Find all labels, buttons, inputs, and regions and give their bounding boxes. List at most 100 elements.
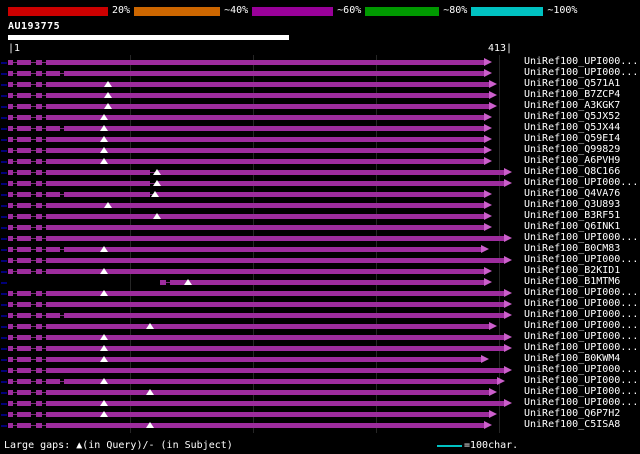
alignment-block[interactable] bbox=[36, 225, 42, 230]
hit-label[interactable]: UniRef100_B2KID1 bbox=[524, 265, 620, 276]
alignment-block[interactable] bbox=[46, 181, 150, 186]
hit-label[interactable]: UniRef100_Q4VA76 bbox=[524, 188, 620, 199]
hit-label[interactable]: UniRef100_UPI000... bbox=[524, 397, 638, 408]
alignment-block[interactable] bbox=[46, 137, 484, 142]
alignment-block[interactable] bbox=[46, 357, 481, 362]
alignment-block[interactable] bbox=[17, 390, 31, 395]
alignment-block[interactable] bbox=[46, 93, 489, 98]
hit-label[interactable]: UniRef100_UPI000... bbox=[524, 287, 638, 298]
alignment-block[interactable] bbox=[36, 203, 42, 208]
alignment-block[interactable] bbox=[36, 269, 42, 274]
hit-label[interactable]: UniRef100_Q59EI4 bbox=[524, 133, 620, 144]
alignment-block[interactable] bbox=[46, 335, 504, 340]
alignment-block[interactable] bbox=[8, 390, 13, 395]
alignment-block[interactable] bbox=[36, 170, 42, 175]
alignment-block[interactable] bbox=[8, 225, 13, 230]
alignment-block[interactable] bbox=[46, 412, 489, 417]
alignment-block[interactable] bbox=[17, 324, 31, 329]
alignment-block[interactable] bbox=[17, 214, 31, 219]
hit-label[interactable]: UniRef100_Q3U893 bbox=[524, 199, 620, 210]
alignment-block[interactable] bbox=[36, 214, 42, 219]
hit-label[interactable]: UniRef100_UPI000... bbox=[524, 364, 638, 375]
alignment-block[interactable] bbox=[160, 280, 166, 285]
alignment-block[interactable] bbox=[17, 159, 31, 164]
alignment-block[interactable] bbox=[36, 247, 42, 252]
alignment-block[interactable] bbox=[36, 346, 42, 351]
alignment-block[interactable] bbox=[17, 335, 31, 340]
alignment-block[interactable] bbox=[46, 302, 504, 307]
alignment-block[interactable] bbox=[17, 258, 31, 263]
hit-label[interactable]: UniRef100_C5ISA8 bbox=[524, 419, 620, 430]
alignment-block[interactable] bbox=[17, 148, 31, 153]
alignment-block[interactable] bbox=[17, 170, 31, 175]
hit-label[interactable]: UniRef100_Q6INK1 bbox=[524, 221, 620, 232]
hit-label[interactable]: UniRef100_A3KGK7 bbox=[524, 100, 620, 111]
alignment-block[interactable] bbox=[46, 291, 504, 296]
alignment-block[interactable] bbox=[46, 214, 484, 219]
alignment-block[interactable] bbox=[8, 412, 13, 417]
alignment-block[interactable] bbox=[46, 247, 60, 252]
alignment-block[interactable] bbox=[17, 236, 31, 241]
alignment-block[interactable] bbox=[158, 170, 504, 175]
alignment-block[interactable] bbox=[8, 126, 13, 131]
hit-label[interactable]: UniRef100_B1MTM6 bbox=[524, 276, 620, 287]
alignment-block[interactable] bbox=[8, 258, 13, 263]
alignment-block[interactable] bbox=[46, 225, 484, 230]
alignment-block[interactable] bbox=[36, 148, 42, 153]
alignment-block[interactable] bbox=[36, 401, 42, 406]
alignment-block[interactable] bbox=[8, 214, 13, 219]
alignment-block[interactable] bbox=[46, 82, 489, 87]
alignment-block[interactable] bbox=[46, 269, 484, 274]
alignment-block[interactable] bbox=[36, 236, 42, 241]
alignment-block[interactable] bbox=[8, 159, 13, 164]
hit-label[interactable]: UniRef100_UPI000... bbox=[524, 375, 638, 386]
alignment-block[interactable] bbox=[8, 324, 13, 329]
alignment-block[interactable] bbox=[17, 269, 31, 274]
hit-label[interactable]: UniRef100_Q5JX44 bbox=[524, 122, 620, 133]
alignment-block[interactable] bbox=[36, 71, 42, 76]
alignment-block[interactable] bbox=[8, 335, 13, 340]
alignment-block[interactable] bbox=[17, 302, 31, 307]
alignment-block[interactable] bbox=[46, 236, 504, 241]
alignment-block[interactable] bbox=[8, 269, 13, 274]
alignment-block[interactable] bbox=[8, 115, 13, 120]
alignment-block[interactable] bbox=[46, 258, 504, 263]
alignment-block[interactable] bbox=[36, 82, 42, 87]
alignment-block[interactable] bbox=[17, 137, 31, 142]
hit-label[interactable]: UniRef100_B0CM83 bbox=[524, 243, 620, 254]
alignment-block[interactable] bbox=[8, 247, 13, 252]
alignment-block[interactable] bbox=[46, 115, 484, 120]
alignment-block[interactable] bbox=[36, 302, 42, 307]
alignment-block[interactable] bbox=[36, 93, 42, 98]
alignment-block[interactable] bbox=[17, 379, 31, 384]
hit-label[interactable]: UniRef100_Q8C166 bbox=[524, 166, 620, 177]
alignment-block[interactable] bbox=[46, 324, 489, 329]
hit-label[interactable]: UniRef100_B0KWM4 bbox=[524, 353, 620, 364]
alignment-block[interactable] bbox=[8, 313, 13, 318]
alignment-block[interactable] bbox=[46, 423, 484, 428]
alignment-block[interactable] bbox=[8, 71, 13, 76]
hit-label[interactable]: UniRef100_B7ZCP4 bbox=[524, 89, 620, 100]
alignment-block[interactable] bbox=[64, 313, 504, 318]
alignment-block[interactable] bbox=[170, 280, 484, 285]
alignment-block[interactable] bbox=[36, 258, 42, 263]
hit-label[interactable]: UniRef100_UPI000... bbox=[524, 177, 638, 188]
alignment-block[interactable] bbox=[46, 401, 504, 406]
alignment-block[interactable] bbox=[64, 247, 481, 252]
alignment-block[interactable] bbox=[46, 148, 484, 153]
alignment-block[interactable] bbox=[17, 60, 31, 65]
hit-label[interactable]: UniRef100_Q99829 bbox=[524, 144, 620, 155]
hit-label[interactable]: UniRef100_UPI000... bbox=[524, 67, 638, 78]
alignment-block[interactable] bbox=[36, 390, 42, 395]
alignment-block[interactable] bbox=[46, 159, 484, 164]
alignment-block[interactable] bbox=[8, 236, 13, 241]
alignment-block[interactable] bbox=[17, 71, 31, 76]
alignment-block[interactable] bbox=[36, 368, 42, 373]
alignment-block[interactable] bbox=[8, 379, 13, 384]
alignment-block[interactable] bbox=[8, 192, 13, 197]
alignment-block[interactable] bbox=[36, 104, 42, 109]
hit-label[interactable]: UniRef100_Q6P7H2 bbox=[524, 408, 620, 419]
alignment-block[interactable] bbox=[8, 302, 13, 307]
alignment-block[interactable] bbox=[17, 115, 31, 120]
alignment-block[interactable] bbox=[46, 368, 504, 373]
